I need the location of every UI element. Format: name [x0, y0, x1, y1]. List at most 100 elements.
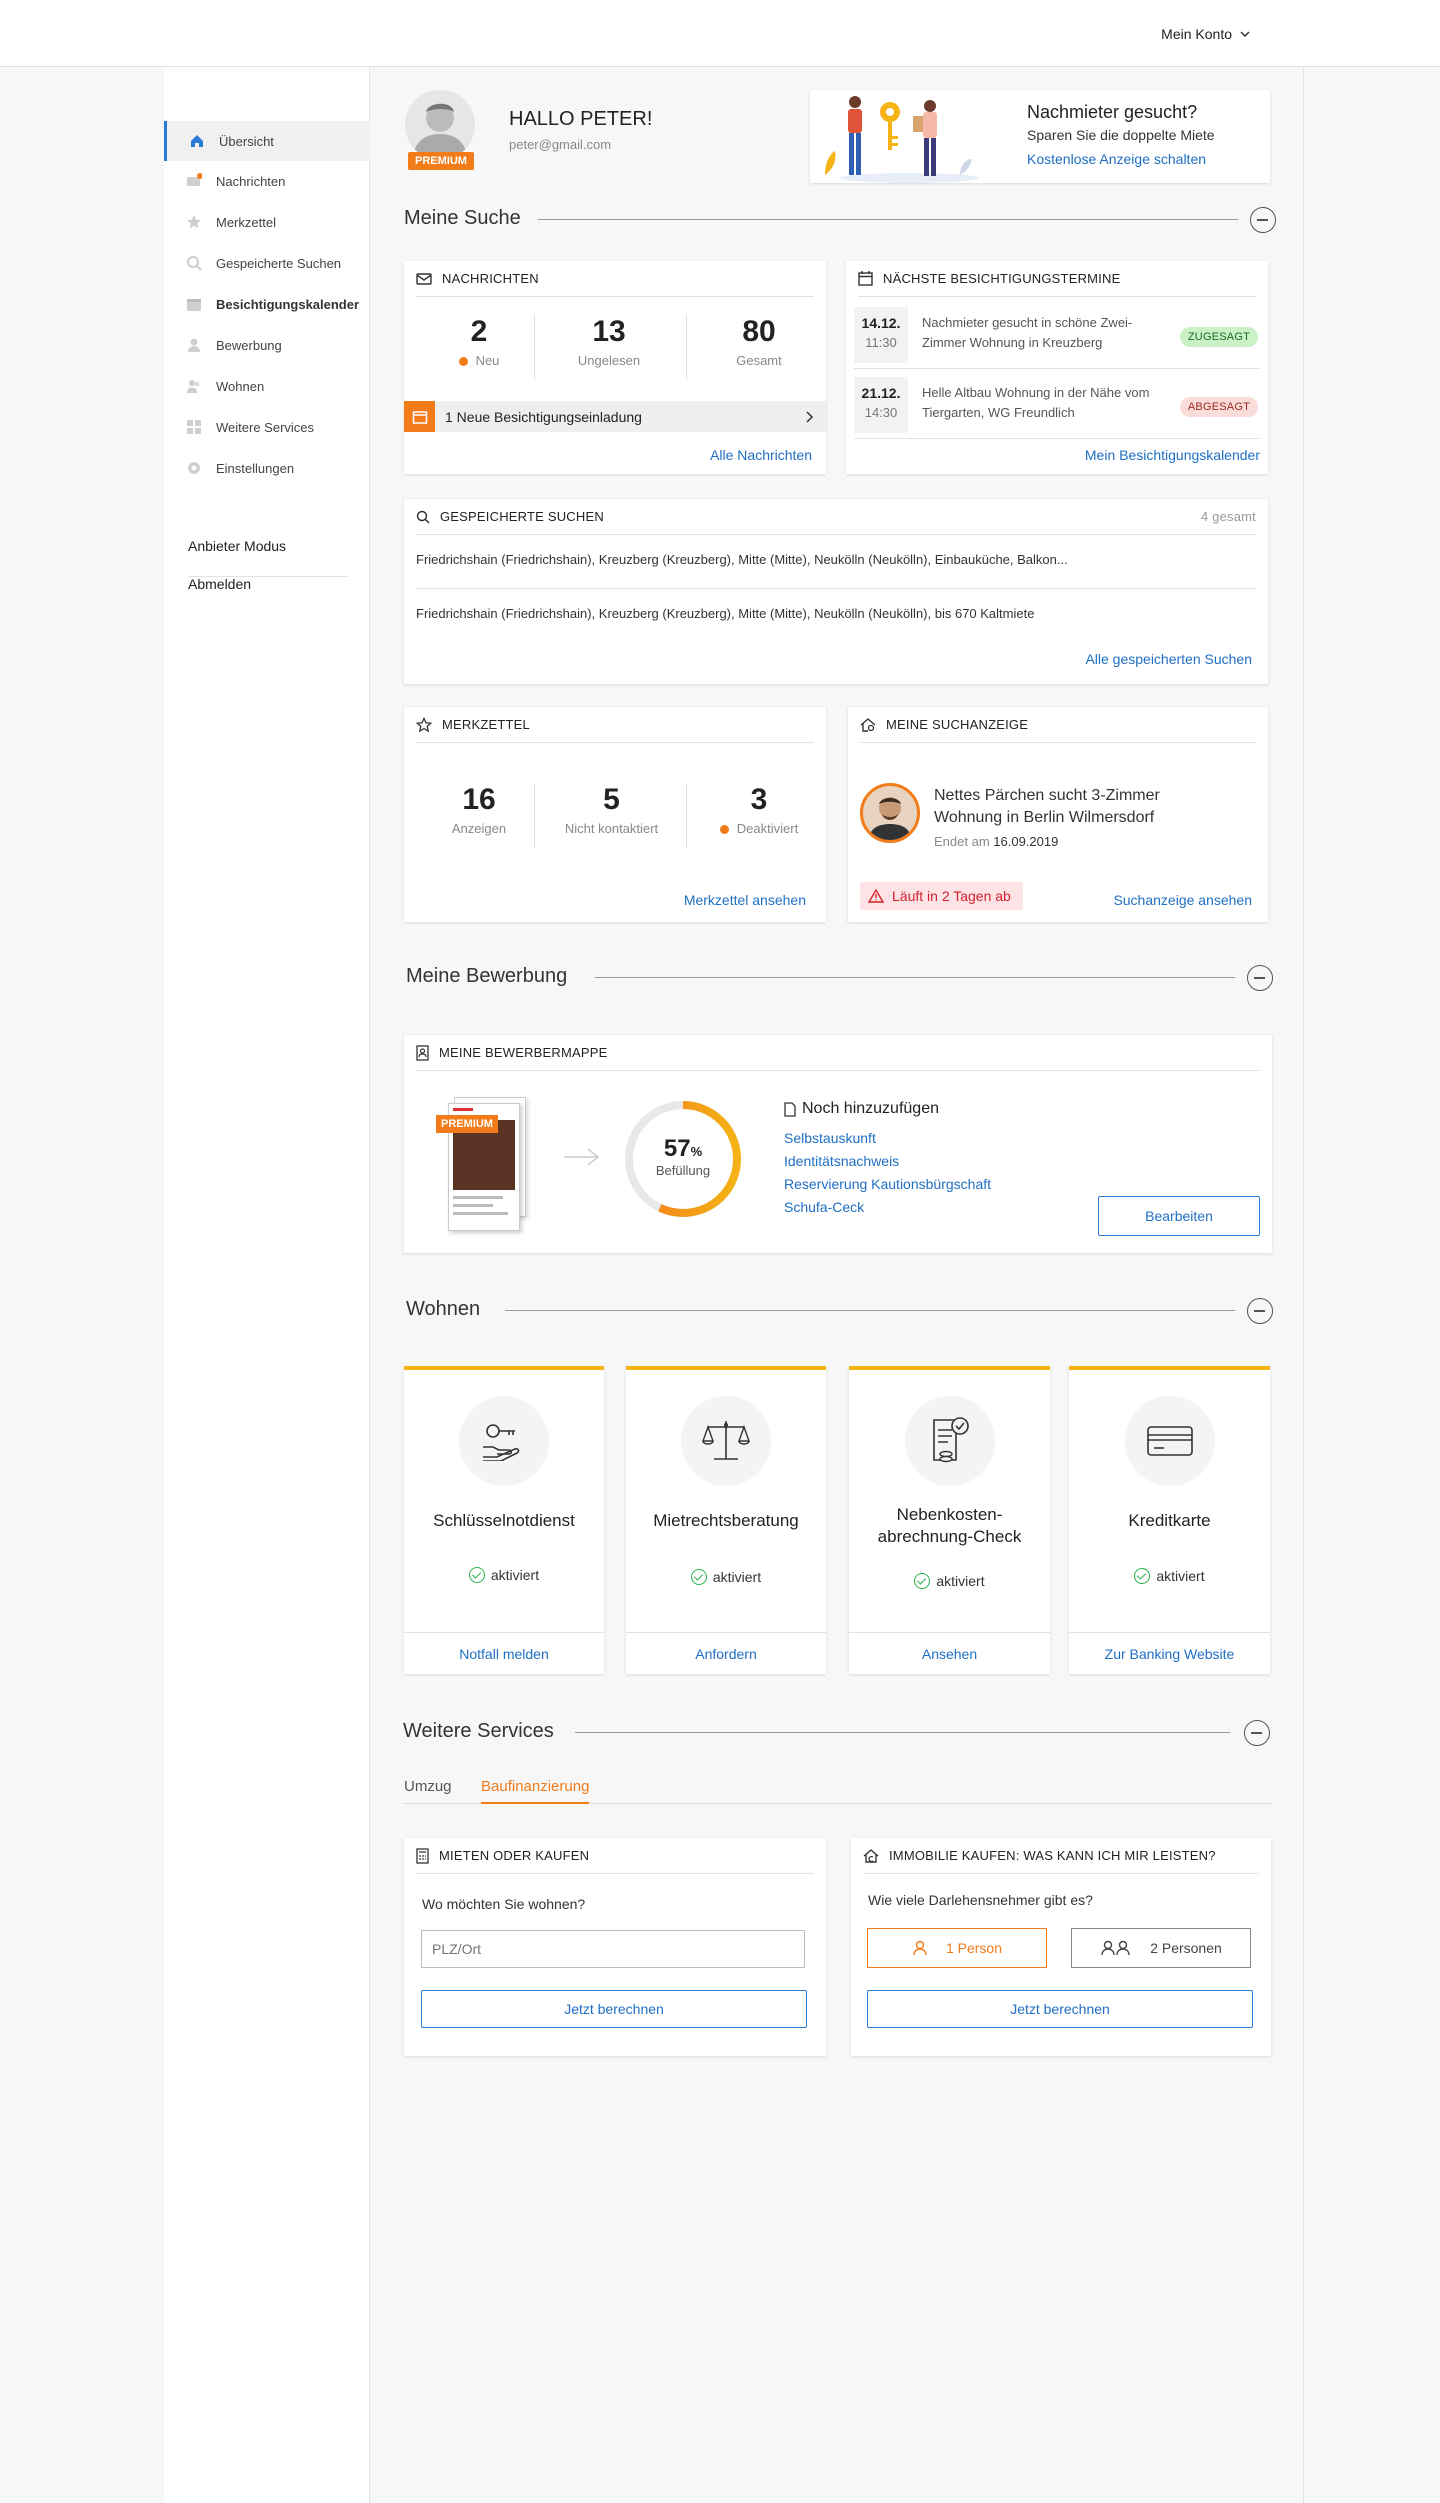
stat-caption: Neu [424, 353, 534, 368]
sidebar-item-gespeicherte-suchen[interactable]: Gespeicherte Suchen [164, 243, 370, 283]
suchanzeige-ansehen-link[interactable]: Suchanzeige ansehen [1113, 892, 1252, 908]
service-status: aktiviert [626, 1569, 826, 1585]
sidebar-item-wohnen[interactable]: Wohnen [164, 366, 370, 406]
termin-row[interactable]: 14.12. 11:30 Nachmieter gesucht in schön… [854, 303, 1260, 369]
stat-deaktiviert[interactable]: 3 Deaktiviert [699, 783, 819, 836]
sidebar-item-einstellungen[interactable]: Einstellungen [164, 448, 370, 488]
suchanzeige-headline[interactable]: Nettes Pärchen sucht 3-Zimmer Wohnung in… [934, 785, 1184, 829]
account-menu[interactable]: Mein Konto [1161, 26, 1250, 42]
sidebar-item-uebersicht[interactable]: Übersicht [164, 121, 370, 161]
stat-caption: Deaktiviert [699, 821, 819, 836]
service-action-link[interactable]: Zur Banking Website [1105, 1646, 1235, 1662]
todo-link[interactable]: Identitätsnachweis [784, 1153, 899, 1169]
calculator-icon [416, 1847, 429, 1864]
service-action-link[interactable]: Ansehen [922, 1646, 977, 1662]
stat-anzeigen[interactable]: 16 Anzeigen [424, 783, 534, 836]
service-action-link[interactable]: Notfall melden [459, 1646, 549, 1662]
abmelden-link[interactable]: Abmelden [188, 576, 251, 592]
promo-subtitle: Sparen Sie die doppelte Miete [1027, 127, 1215, 143]
profile-email: peter@gmail.com [509, 137, 612, 152]
termin-row[interactable]: 21.12. 14:30 Helle Altbau Wohnung in der… [854, 373, 1260, 439]
immobilie-kaufen-card: IMMOBILIE KAUFEN: WAS KANN ICH MIR LEIST… [851, 1838, 1271, 2056]
merkzettel-card: MERKZETTEL 16 Anzeigen 5 Nicht kontaktie… [404, 707, 826, 922]
sidebar-item-bewerbung[interactable]: Bewerbung [164, 325, 370, 365]
plz-ort-input[interactable] [421, 1930, 805, 1968]
sidebar-item-label: Besichtigungskalender [216, 296, 360, 312]
service-action[interactable]: Anfordern [626, 1632, 826, 1674]
stat-neu[interactable]: 2 Neu [424, 315, 534, 368]
service-action[interactable]: Ansehen [849, 1632, 1050, 1674]
sidebar-item-nachrichten[interactable]: Nachrichten [164, 161, 370, 201]
premium-badge: PREMIUM [408, 152, 474, 170]
card-header: IMMOBILIE KAUFEN: WAS KANN ICH MIR LEIST… [863, 1838, 1259, 1874]
stat-divider [534, 315, 535, 379]
alle-suchen-link[interactable]: Alle gespeicherten Suchen [1085, 651, 1252, 667]
search-icon [416, 510, 430, 524]
invite-row[interactable]: 1 Neue Besichtigungseinladung [404, 401, 826, 432]
mieten-kaufen-card: MIETEN ODER KAUFEN Wo möchten Sie wohnen… [404, 1838, 826, 2056]
bearbeiten-button[interactable]: Bearbeiten [1098, 1196, 1260, 1236]
termin-date-box: 21.12. 14:30 [854, 377, 908, 433]
card-title: NACHRICHTEN [442, 271, 539, 286]
section-divider [595, 977, 1235, 978]
kaufen-berechnen-button[interactable]: Jetzt berechnen [867, 1990, 1253, 2028]
house-euro-icon [863, 1848, 879, 1863]
stat-caption: Ungelesen [577, 353, 641, 368]
card-header: MEINE SUCHANZEIGE [860, 707, 1256, 743]
calendar-icon [186, 296, 202, 312]
folder-person-icon [416, 1044, 429, 1061]
alle-nachrichten-link[interactable]: Alle Nachrichten [710, 447, 812, 463]
collapse-bewerbung-button[interactable] [1247, 965, 1273, 991]
person-icon [913, 1940, 927, 1956]
status-badge: ZUGESAGT [1179, 327, 1258, 347]
option-1-person[interactable]: 1 Person [867, 1928, 1047, 1968]
sidebar-item-besichtigungskalender[interactable]: Besichtigungskalender [164, 284, 370, 324]
service-card-mietrechtsberatung: Mietrechtsberatung aktiviert Anfordern [626, 1366, 826, 1674]
termin-text: Nachmieter gesucht in schöne Zwei-Zimmer… [922, 315, 1133, 350]
stat-caption-text: Deaktiviert [736, 821, 799, 836]
saved-search-row[interactable]: Friedrichshain (Friedrichshain), Kreuzbe… [416, 589, 1256, 643]
house-search-icon [860, 717, 876, 732]
option-label: 2 Personen [1150, 1940, 1222, 1956]
orange-dot [458, 357, 468, 367]
document-preview[interactable]: PREMIUM [436, 1097, 536, 1235]
person-icon [186, 337, 202, 353]
section-title-suche: Meine Suche [404, 207, 521, 229]
merkzettel-ansehen-link[interactable]: Merkzettel ansehen [684, 892, 806, 908]
todo-link[interactable]: Selbstauskunft [784, 1130, 876, 1146]
collapse-wohnen-button[interactable] [1247, 1298, 1273, 1324]
promo-link[interactable]: Kostenlose Anzeige schalten [1027, 151, 1206, 167]
todo-link[interactable]: Reservierung Kautionsbürgschaft [784, 1176, 991, 1192]
sidebar-item-label: Wohnen [216, 378, 265, 394]
sidebar-item-weitere-services[interactable]: Weitere Services [164, 407, 370, 447]
expiry-warning: Läuft in 2 Tagen ab [860, 882, 1023, 910]
tab-umzug[interactable]: Umzug [404, 1778, 452, 1795]
ended-date: 16.09.2019 [993, 834, 1059, 849]
service-action[interactable]: Zur Banking Website [1069, 1632, 1270, 1674]
stat-caption: Anzeigen [451, 821, 507, 836]
suchanzeige-avatar [860, 783, 920, 843]
anbieter-modus-link[interactable]: Anbieter Modus [188, 538, 286, 554]
service-action-link[interactable]: Anfordern [695, 1646, 756, 1662]
collapse-services-button[interactable] [1244, 1720, 1270, 1746]
todo-link[interactable]: Schufa-Ceck [784, 1199, 864, 1215]
gespeicherte-suchen-card: GESPEICHERTE SUCHEN 4 gesamt Friedrichsh… [404, 499, 1268, 684]
option-2-personen[interactable]: 2 Personen [1071, 1928, 1251, 1968]
collapse-suche-button[interactable] [1250, 207, 1276, 233]
suchen-count: 4 gesamt [1200, 509, 1256, 524]
stat-value: 3 [750, 783, 768, 816]
saved-search-row[interactable]: Friedrichshain (Friedrichshain), Kreuzbe… [416, 535, 1256, 589]
stat-nicht-kontaktiert[interactable]: 5 Nicht kontaktiert [549, 783, 674, 836]
stat-value: 13 [592, 315, 626, 348]
stat-value: 2 [470, 315, 488, 348]
stat-ungelesen[interactable]: 13 Ungelesen [554, 315, 664, 368]
sidebar-item-merkzettel[interactable]: Merkzettel [164, 202, 370, 242]
invite-label: 1 Neue Besichtigungseinladung [445, 408, 642, 425]
stat-gesamt[interactable]: 80 Gesamt [704, 315, 814, 368]
mieten-berechnen-button[interactable]: Jetzt berechnen [421, 1990, 807, 2028]
sidebar-item-label: Übersicht [219, 133, 274, 149]
service-action[interactable]: Notfall melden [404, 1632, 604, 1674]
besichtigungskalender-link[interactable]: Mein Besichtigungskalender [1085, 447, 1260, 463]
grid-icon [186, 419, 202, 435]
tab-baufinanzierung[interactable]: Baufinanzierung [481, 1778, 590, 1804]
